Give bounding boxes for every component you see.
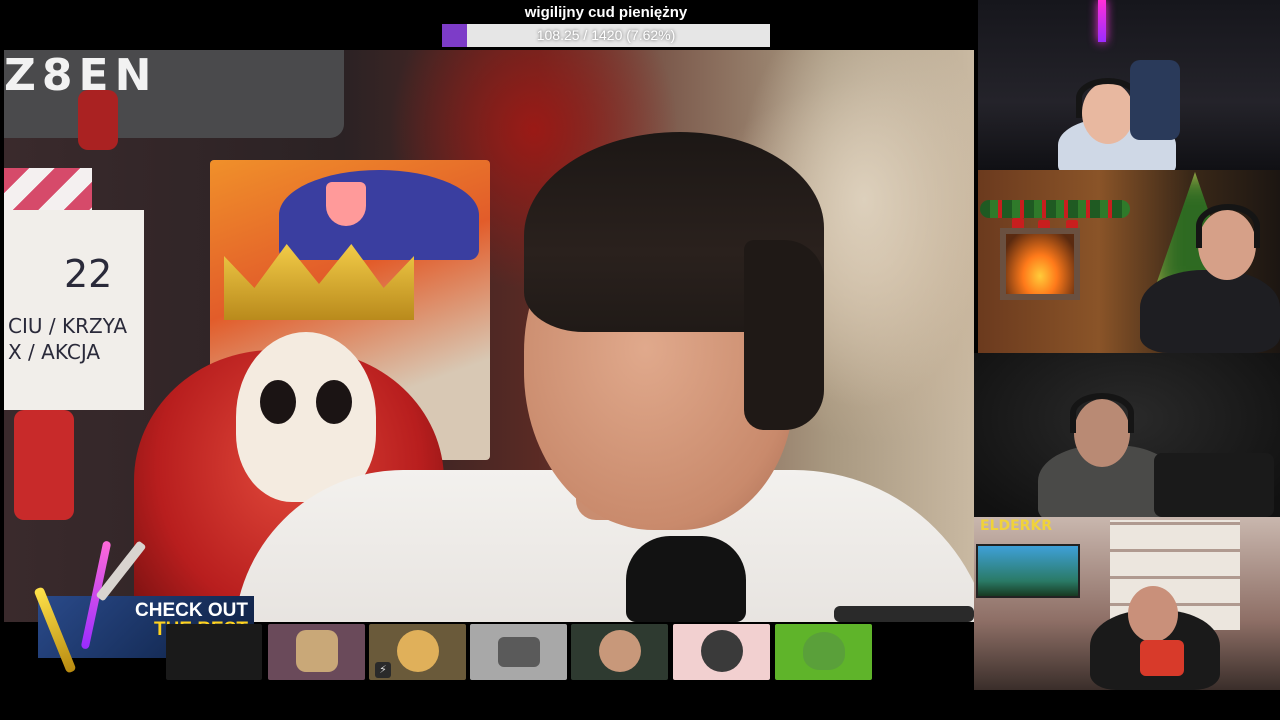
cam3-microphone	[1154, 453, 1274, 517]
cam3-headset	[1070, 393, 1134, 433]
cartoon-avatar-icon	[397, 630, 439, 672]
cam4-person-head	[1128, 586, 1178, 642]
goal-title: wigilijny cud pieniężny	[524, 4, 688, 21]
thumbnail-2[interactable]: ⚡	[369, 624, 466, 680]
donation-goal-widget: wigilijny cud pieniężny 108.25 / 1420 (7…	[442, 0, 770, 50]
thumbnail-1[interactable]	[268, 624, 365, 680]
police-cap	[279, 170, 479, 260]
thumbnail-5[interactable]	[673, 624, 770, 680]
skull-eye-left	[260, 380, 296, 424]
main-video-feed: Z8EN 22 CIU / KRZYA X / AKCJA	[4, 50, 974, 622]
police-badge	[326, 182, 366, 226]
neon-light	[1098, 0, 1106, 42]
lightning-icon: ⚡	[375, 662, 391, 678]
goal-progress-text: 108.25 / 1420 (7.62%)	[536, 27, 676, 43]
clapper-line1: CIU / KRZYA	[8, 314, 128, 338]
pepe-icon	[803, 632, 845, 670]
host-hair-side	[744, 240, 824, 430]
webcam-3	[974, 353, 1280, 517]
goal-progress-bar: 108.25 / 1420 (7.62%)	[442, 24, 770, 47]
skull-eye-right	[316, 380, 352, 424]
cam2-person-body	[1140, 270, 1280, 353]
funko-figure-small	[78, 90, 118, 150]
funko-figure	[14, 410, 74, 520]
cam1-gaming-chair	[1130, 60, 1180, 140]
christmas-garland	[980, 200, 1130, 218]
aquarium	[976, 544, 1080, 598]
fireplace	[1000, 228, 1080, 300]
car-icon	[498, 637, 540, 667]
thumbnail-6[interactable]	[775, 624, 872, 680]
webcam-1	[978, 0, 1280, 170]
nfx-avatar-icon	[701, 630, 743, 672]
clapperboard: 22 CIU / KRZYA X / AKCJA	[4, 210, 144, 410]
thumbnail-3[interactable]	[470, 624, 567, 680]
clapperboard-stripes	[4, 168, 92, 210]
streamer-avatar-icon	[599, 630, 641, 672]
mic-arm	[834, 606, 974, 622]
clapper-line2: X / AKCJA	[8, 340, 101, 364]
wall-sign: Z8EN	[4, 50, 344, 138]
cam4-channel-logo: ELDERKR	[980, 518, 1053, 534]
cam4-shirt-print	[1140, 640, 1184, 676]
thumbnail-4[interactable]	[571, 624, 668, 680]
thumbnail-blank	[166, 624, 262, 680]
cam2-headset	[1196, 204, 1260, 248]
skull-face-icon	[296, 630, 338, 672]
microphone	[626, 536, 746, 622]
clapper-number: 22	[64, 252, 113, 296]
